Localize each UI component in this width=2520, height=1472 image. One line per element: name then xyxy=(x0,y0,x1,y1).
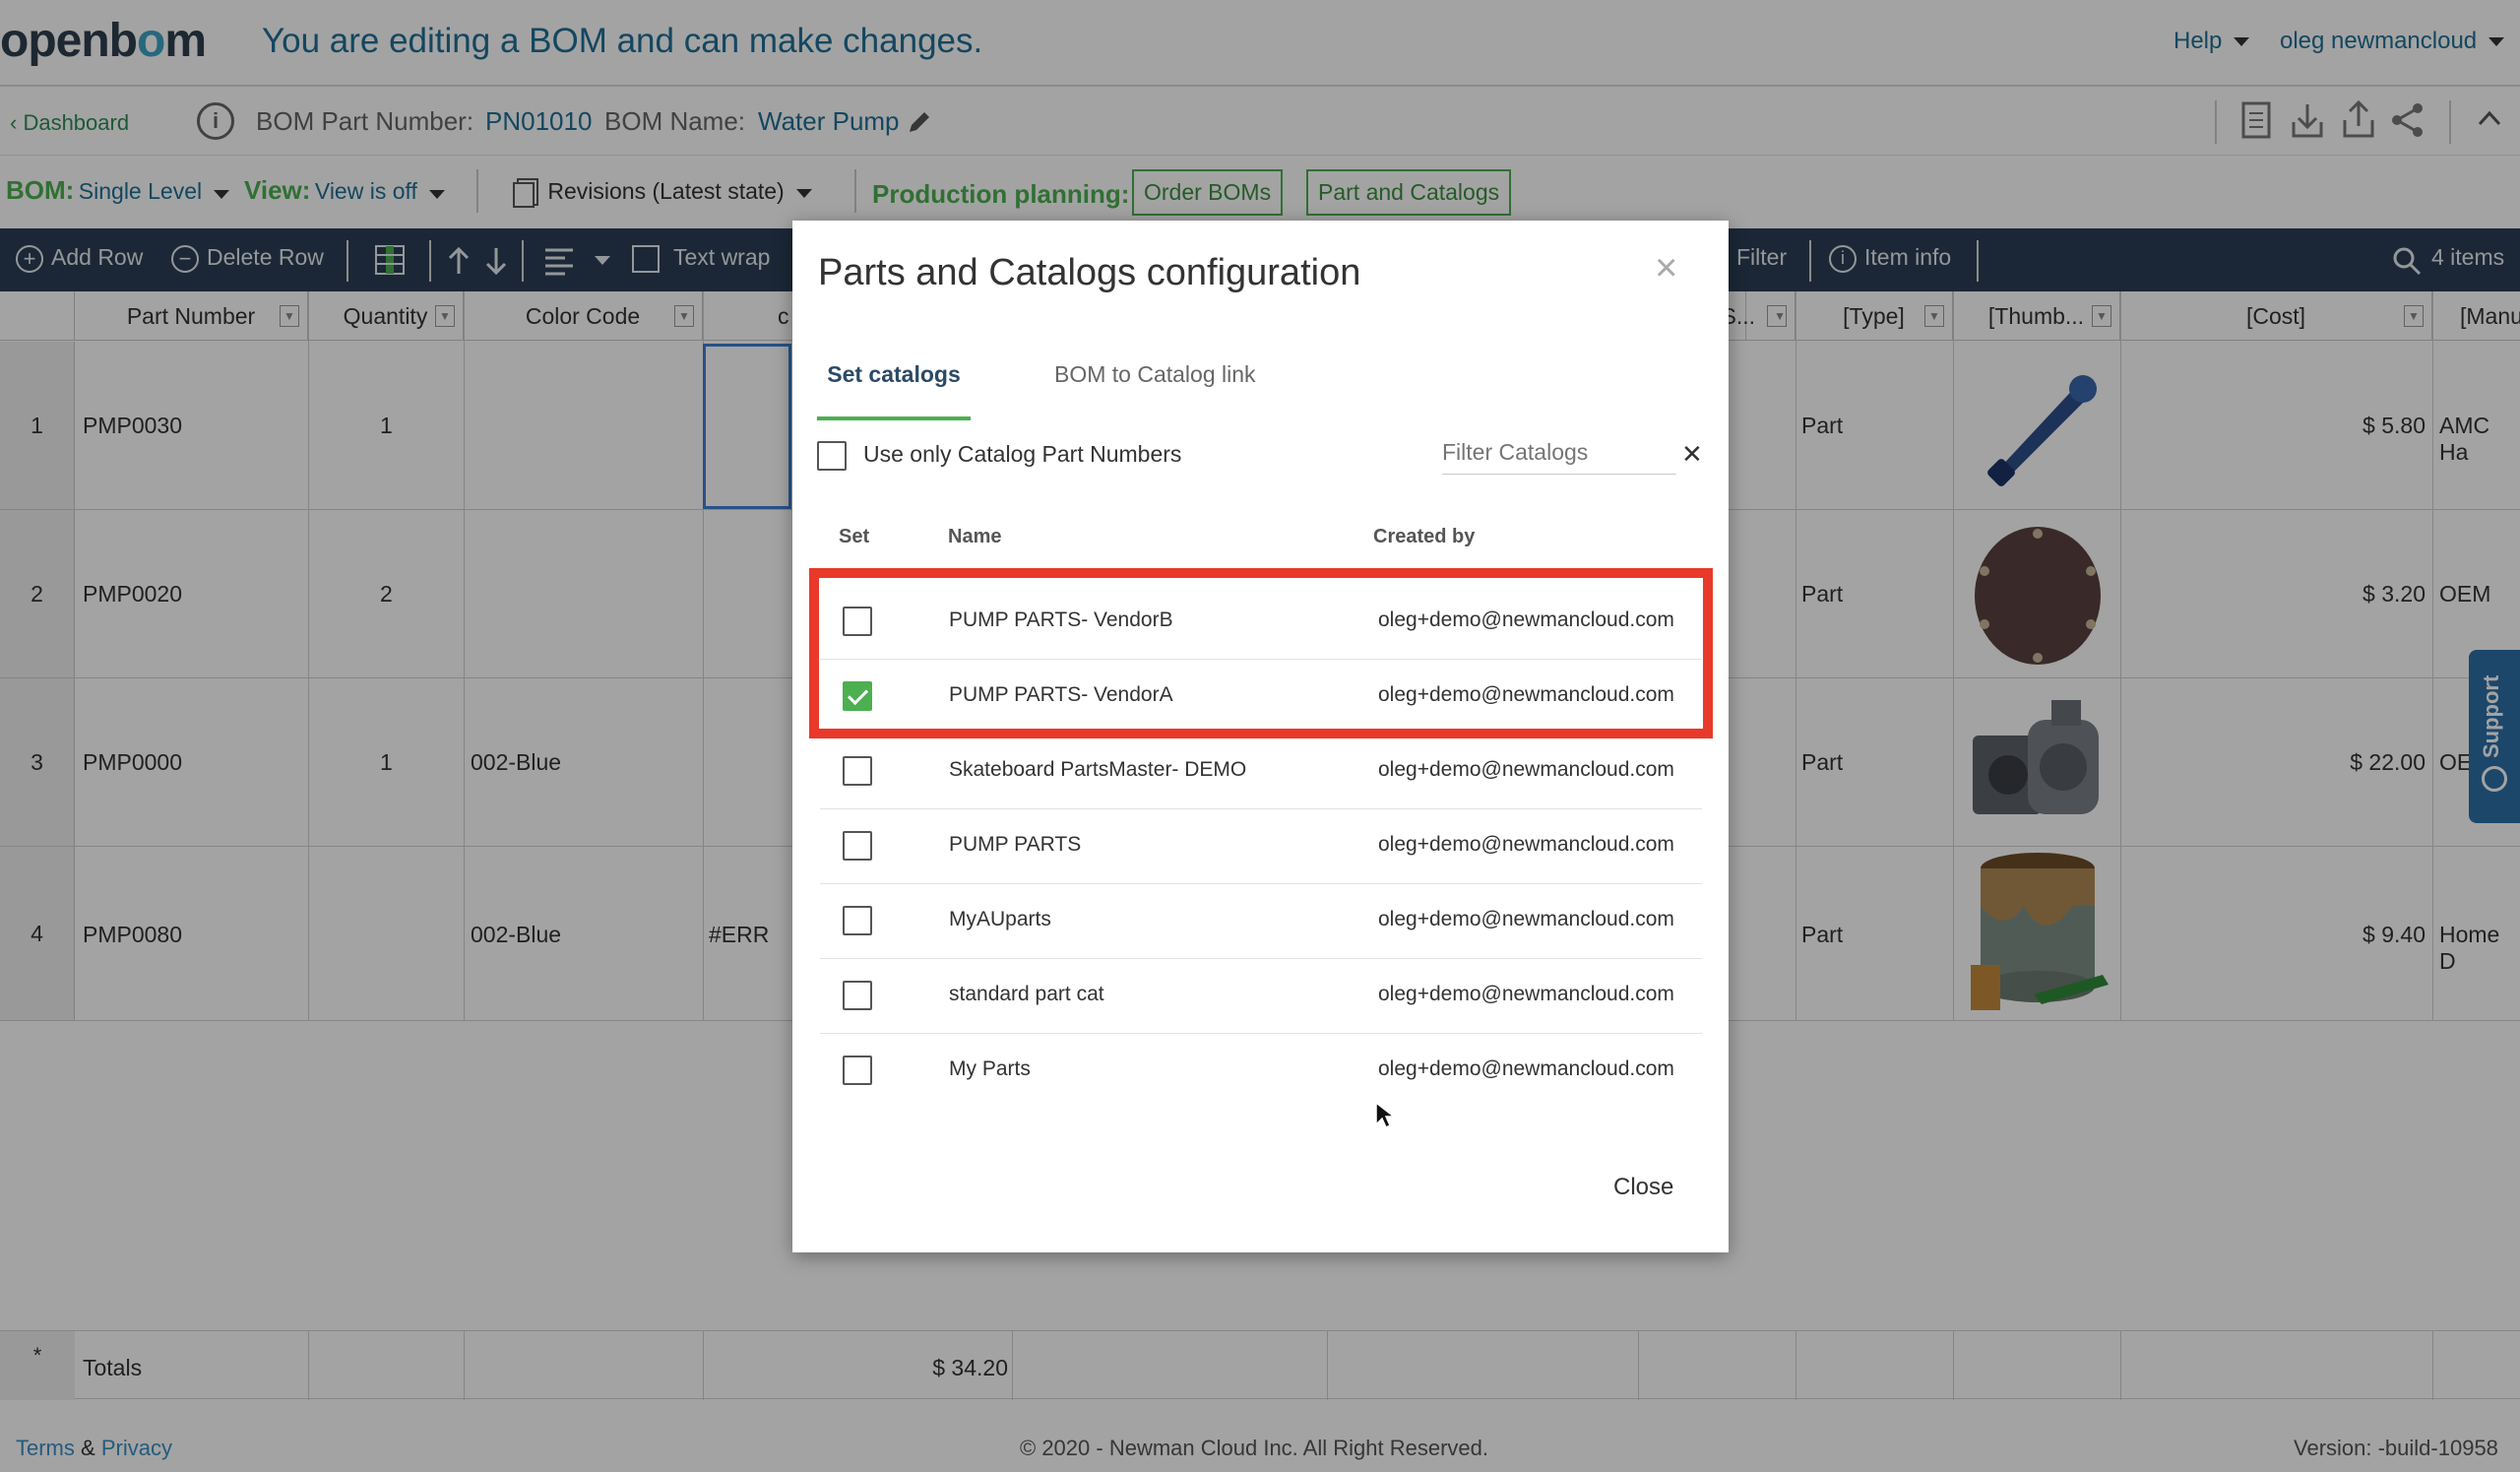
catalog-created-by: oleg+demo@newmancloud.com xyxy=(1378,983,1674,1005)
catalog-created-by: oleg+demo@newmancloud.com xyxy=(1378,908,1674,930)
catalog-name: PUMP PARTS xyxy=(949,833,1082,856)
tab-label: Set catalogs xyxy=(827,361,961,387)
catalog-row[interactable]: PUMP PARTS oleg+demo@newmancloud.com xyxy=(820,809,1702,884)
catalog-checkbox[interactable] xyxy=(843,756,872,786)
tab-set-catalogs[interactable]: Set catalogs xyxy=(817,361,971,420)
catalog-row[interactable]: standard part cat oleg+demo@newmancloud.… xyxy=(820,959,1702,1034)
highlight-annotation-box xyxy=(809,568,1713,738)
catalog-row[interactable]: Skateboard PartsMaster- DEMO oleg+demo@n… xyxy=(820,735,1702,809)
dialog-title: Parts and Catalogs configuration xyxy=(818,252,1361,293)
name-column-header: Name xyxy=(948,526,1002,547)
tab-label: BOM to Catalog link xyxy=(1054,361,1256,387)
catalog-checkbox[interactable] xyxy=(843,1056,872,1085)
catalog-created-by: oleg+demo@newmancloud.com xyxy=(1378,833,1674,856)
clear-filter-icon[interactable]: ✕ xyxy=(1681,439,1703,470)
catalog-checkbox[interactable] xyxy=(843,831,872,861)
use-only-catalog-label: Use only Catalog Part Numbers xyxy=(863,441,1182,467)
catalog-checkbox[interactable] xyxy=(843,906,872,935)
filter-catalogs-input[interactable] xyxy=(1442,431,1676,475)
created-by-column-header: Created by xyxy=(1373,526,1476,547)
set-column-header: Set xyxy=(839,526,870,547)
catalog-row[interactable]: My Parts oleg+demo@newmancloud.com xyxy=(820,1034,1702,1109)
mouse-cursor-icon xyxy=(1375,1101,1396,1129)
parts-catalogs-dialog: Parts and Catalogs configuration × Set c… xyxy=(792,221,1729,1252)
close-icon[interactable]: × xyxy=(1655,246,1677,290)
close-button[interactable]: Close xyxy=(1613,1174,1673,1201)
catalog-row[interactable]: MyAUparts oleg+demo@newmancloud.com xyxy=(820,884,1702,959)
catalog-created-by: oleg+demo@newmancloud.com xyxy=(1378,1057,1674,1080)
catalog-created-by: oleg+demo@newmancloud.com xyxy=(1378,758,1674,781)
use-only-catalog-checkbox[interactable] xyxy=(817,441,847,471)
catalog-name: My Parts xyxy=(949,1057,1031,1080)
catalog-name: standard part cat xyxy=(949,983,1104,1005)
tab-bom-to-catalog-link[interactable]: BOM to Catalog link xyxy=(1054,361,1256,388)
catalog-name: Skateboard PartsMaster- DEMO xyxy=(949,758,1247,781)
catalog-name: MyAUparts xyxy=(949,908,1051,930)
catalog-checkbox[interactable] xyxy=(843,981,872,1010)
